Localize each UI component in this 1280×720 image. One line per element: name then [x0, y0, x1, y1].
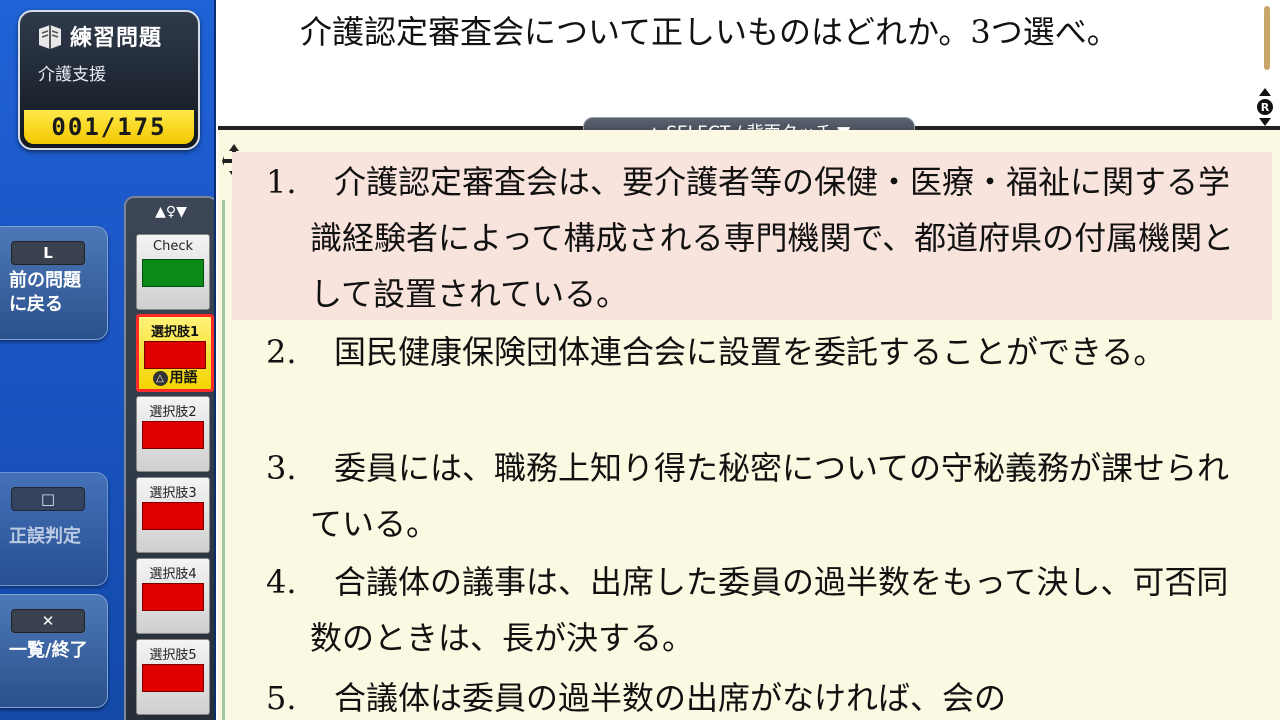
choice-chip-3[interactable]: 選択肢3 — [136, 477, 210, 553]
check-chip-label: Check — [153, 239, 193, 254]
choice-text: 国民健康保険団体連合会に設置を委託することができる。 — [334, 333, 1166, 371]
judge-answer-button[interactable]: □ 正誤判定 — [0, 472, 108, 586]
square-key-badge: □ — [11, 487, 85, 511]
answer-scroll-track — [222, 200, 225, 720]
choice-chip-indicator — [142, 502, 204, 530]
term-lookup-label: 用語 — [169, 370, 198, 386]
check-chip-indicator — [142, 259, 204, 287]
question-scrollbar[interactable] — [1264, 6, 1270, 70]
question-text: 介護認定審査会について正しいものはどれか。3つ選べ。 — [300, 13, 1119, 51]
title-panel: 練習問題 介護支援 001/175 — [18, 10, 200, 150]
previous-question-label: 前の問題 に戻る — [9, 269, 81, 317]
question-counter: 001/175 — [24, 110, 194, 144]
choice-panel-header: ▲♀▼ — [155, 204, 187, 220]
choice-chip-label: 選択肢2 — [149, 405, 197, 420]
triangle-key-icon: △ — [152, 370, 168, 386]
choice-chip-indicator — [142, 421, 204, 449]
choice-chip-label: 選択肢4 — [149, 567, 197, 582]
choice-number: 2. — [266, 333, 297, 371]
check-chip[interactable]: Check — [136, 234, 210, 310]
l-key-badge: L — [11, 241, 85, 265]
cross-key-badge: ✕ — [11, 609, 85, 633]
choice-text: 合議体の議事は、出席した委員の過半数をもって決し、可否同数のときは、長が決する。 — [310, 563, 1229, 657]
choice-text: 介護認定審査会は、要介護者等の保健・医療・福祉に関する学識経験者によって構成され… — [310, 163, 1235, 313]
question-area: 介護認定審査会について正しいものはどれか。3つ選べ。 R — [218, 0, 1280, 128]
choice-chip-label: 選択肢3 — [149, 486, 197, 501]
subject-label: 介護支援 — [38, 65, 106, 85]
book-icon — [39, 25, 61, 49]
choice-chip-1[interactable]: 選択肢1 △ 用語 — [136, 314, 214, 392]
choice-selector-panel: ▲♀▼ Check 選択肢1 △ 用語 選択肢2 選択肢3 選択肢4 選択肢5 — [124, 196, 216, 720]
choice-chip-2[interactable]: 選択肢2 — [136, 396, 210, 472]
choice-number: 3. — [266, 449, 297, 487]
choice-chip-4[interactable]: 選択肢4 — [136, 558, 210, 634]
choice-number: 1. — [266, 163, 297, 201]
svg-text:R: R — [1261, 101, 1270, 114]
previous-question-label-line: 前の問題 に戻る — [9, 270, 81, 315]
sidebar: 練習問題 介護支援 001/175 L 前の問題 に戻る □ 正誤判定 ✕ 一覧… — [0, 0, 216, 720]
choice-chip-label: 選択肢1 — [150, 325, 200, 340]
judge-answer-label: 正誤判定 — [9, 526, 81, 547]
choice-number: 5. — [266, 679, 297, 717]
title-row: 練習問題 — [36, 20, 162, 52]
term-lookup[interactable]: △ 用語 — [139, 367, 211, 387]
answer-list: 1. 介護認定審査会は、要介護者等の保健・医療・福祉に関する学識経験者によって構… — [218, 130, 1280, 720]
choice-text: 合議体は委員の過半数の出席がなければ、会の — [334, 679, 1007, 717]
choice-chip-indicator — [142, 583, 204, 611]
choice-chip-5[interactable]: 選択肢5 — [136, 639, 210, 715]
app-title: 練習問題 — [70, 26, 163, 51]
previous-question-button[interactable]: L 前の問題 に戻る — [0, 226, 108, 340]
choice-number: 4. — [266, 563, 297, 601]
list-exit-button[interactable]: ✕ 一覧/終了 — [0, 594, 108, 708]
choice-chip-label: 選択肢5 — [149, 648, 197, 663]
choice-chip-indicator — [142, 664, 204, 692]
choice-chip-indicator — [144, 341, 206, 369]
list-exit-label: 一覧/終了 — [9, 640, 88, 661]
choice-text: 委員には、職務上知り得た秘密についての守秘義務が課せられている。 — [310, 449, 1230, 543]
r-button-icon[interactable]: R — [1254, 88, 1276, 126]
